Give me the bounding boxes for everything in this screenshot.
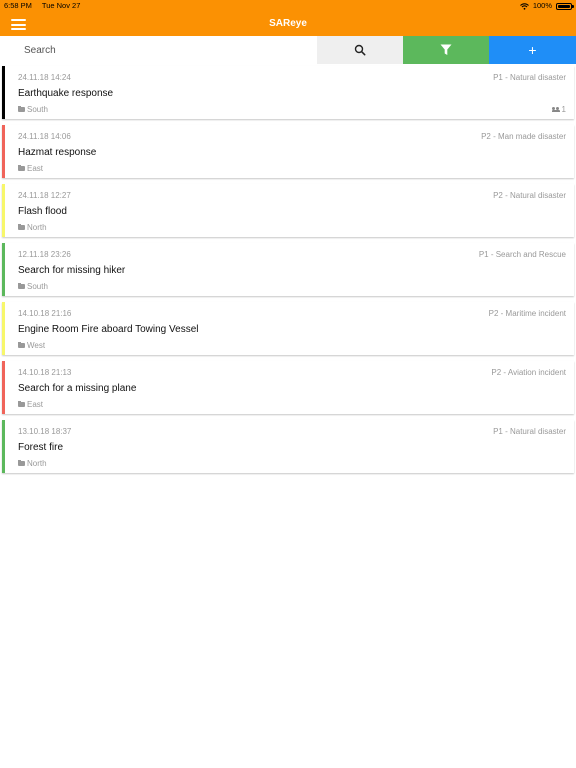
incident-date: 14.10.18 21:16 <box>18 309 72 318</box>
incident-region-label: East <box>27 164 44 173</box>
incident-region: West <box>18 341 45 350</box>
filter-button[interactable] <box>403 36 489 64</box>
incident-category: P2 - Man made disaster <box>481 132 566 141</box>
incident-card[interactable]: 14.10.18 21:16 P2 - Maritime incident En… <box>2 302 574 355</box>
incident-region-label: North <box>27 223 47 232</box>
incident-region: South <box>18 282 48 291</box>
filter-icon <box>440 44 452 55</box>
incident-list: 24.11.18 14:24 P1 - Natural disaster Ear… <box>0 66 576 479</box>
search-input[interactable] <box>0 36 317 64</box>
incident-card[interactable]: 13.10.18 18:37 P1 - Natural disaster For… <box>2 420 574 473</box>
incident-region: East <box>18 400 43 409</box>
incident-category: P2 - Maritime incident <box>488 309 566 318</box>
wifi-icon <box>519 2 529 10</box>
incident-card[interactable]: 24.11.18 12:27 P2 - Natural disaster Fla… <box>2 184 574 237</box>
search-button[interactable] <box>317 36 403 64</box>
incident-region-label: East <box>27 400 44 409</box>
incident-category: P1 - Natural disaster <box>493 73 566 82</box>
incident-region-label: West <box>27 341 46 350</box>
add-incident-button[interactable]: + <box>489 36 576 64</box>
incident-card[interactable]: 12.11.18 23:26 P1 - Search and Rescue Se… <box>2 243 574 296</box>
people-icon <box>551 107 560 112</box>
incident-date: 24.11.18 14:06 <box>18 132 71 141</box>
incident-region: South <box>18 105 48 114</box>
folder-icon <box>18 106 25 112</box>
incident-card[interactable]: 14.10.18 21:13 P2 - Aviation incident Se… <box>2 361 574 414</box>
incident-date: 24.11.18 14:24 <box>18 73 71 82</box>
incident-card[interactable]: 24.11.18 14:24 P1 - Natural disaster Ear… <box>2 66 574 119</box>
battery-icon <box>556 2 574 10</box>
incident-title: Search for missing hiker <box>18 265 126 276</box>
status-date: Tue Nov 27 <box>41 1 81 10</box>
status-bar: 6:58 PM Tue Nov 27 100% <box>0 0 576 12</box>
incident-title: Hazmat response <box>18 147 97 158</box>
incident-category: P2 - Aviation incident <box>491 368 566 377</box>
folder-icon <box>18 460 25 466</box>
incident-region-label: South <box>27 105 48 114</box>
folder-icon <box>18 342 25 348</box>
status-time: 6:58 PM <box>4 1 32 10</box>
incident-title: Earthquake response <box>18 88 114 99</box>
incident-region: East <box>18 164 43 173</box>
search-icon <box>354 44 366 56</box>
incident-category: P2 - Natural disaster <box>493 191 566 200</box>
folder-icon <box>18 283 25 289</box>
incident-title: Flash flood <box>18 206 67 217</box>
incident-title: Engine Room Fire aboard Towing Vessel <box>18 324 199 335</box>
search-row: + <box>0 36 576 64</box>
app-title: SAReye <box>269 18 307 29</box>
hamburger-menu-icon[interactable] <box>11 19 26 30</box>
incident-title: Forest fire <box>18 442 64 453</box>
folder-icon <box>18 224 25 230</box>
battery-percent: 100% <box>532 1 552 10</box>
incident-card[interactable]: 24.11.18 14:06 P2 - Man made disaster Ha… <box>2 125 574 178</box>
folder-icon <box>18 401 25 407</box>
incident-region: North <box>18 459 47 468</box>
incident-members: 1 <box>551 105 566 114</box>
incident-region-label: North <box>27 459 47 468</box>
incident-title: Search for a missing plane <box>18 383 137 394</box>
incident-date: 13.10.18 18:37 <box>18 427 72 436</box>
nav-bar: SAReye <box>0 12 576 36</box>
incident-date: 24.11.18 12:27 <box>18 191 71 200</box>
incident-date: 12.11.18 23:26 <box>18 250 71 259</box>
incident-region-label: South <box>27 282 48 291</box>
status-left: 6:58 PM Tue Nov 27 <box>4 0 88 12</box>
status-right: 100% <box>519 0 574 12</box>
incident-category: P1 - Natural disaster <box>493 427 566 436</box>
incident-members-count: 1 <box>561 105 566 114</box>
incident-date: 14.10.18 21:13 <box>18 368 72 377</box>
incident-region: North <box>18 223 47 232</box>
folder-icon <box>18 165 25 171</box>
incident-category: P1 - Search and Rescue <box>478 250 566 259</box>
